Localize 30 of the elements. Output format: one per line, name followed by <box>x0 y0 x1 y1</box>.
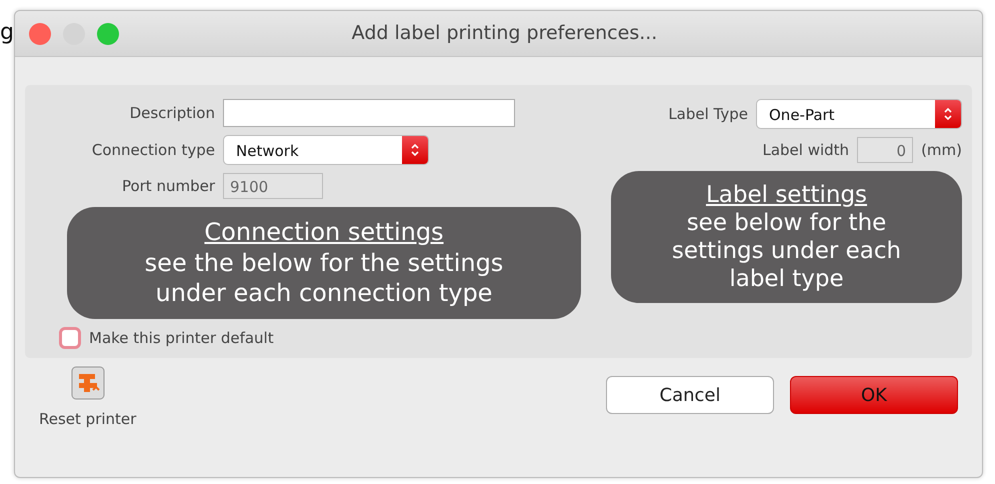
overlay-text: label type <box>728 265 845 294</box>
overlay-text: under each connection type <box>154 278 494 310</box>
stepper-icon <box>409 142 421 158</box>
port-number-field[interactable]: 9100 <box>223 173 323 199</box>
background-text: g <box>0 19 12 47</box>
overlay-text: see the below for the settings <box>144 248 504 278</box>
connection-type-dropdown[interactable]: Network <box>223 135 429 165</box>
field-label: Description <box>128 102 215 124</box>
ok-button[interactable]: OK <box>790 376 958 414</box>
checkbox-label: Make this printer default <box>89 328 274 350</box>
close-icon[interactable] <box>29 22 51 44</box>
label-width-field[interactable]: 0 <box>857 137 914 163</box>
field-label: Connection type <box>90 140 215 161</box>
default-checkbox[interactable] <box>59 327 81 350</box>
label-type-dropdown[interactable]: One-Part <box>756 99 962 129</box>
reset-printer-label: Reset printer <box>39 408 136 430</box>
field-label: Label Type <box>667 104 748 125</box>
stepper-icon <box>942 106 954 122</box>
window-title: Add label printing preferences... <box>350 21 658 46</box>
cancel-button[interactable]: Cancel <box>606 376 774 414</box>
printer-reset-icon[interactable] <box>70 366 105 400</box>
description-field[interactable] <box>223 99 515 127</box>
overlay-text: see below for the <box>686 209 888 238</box>
overlay-text: settings under each <box>670 237 902 266</box>
overlay-heading: Connection settings <box>204 217 444 248</box>
field-label: Label width <box>761 140 850 161</box>
unit-label: (mm) <box>921 140 962 161</box>
field-label: Port number <box>120 176 215 197</box>
zoom-icon[interactable] <box>97 22 119 44</box>
overlay-heading: Label settings <box>706 181 868 210</box>
